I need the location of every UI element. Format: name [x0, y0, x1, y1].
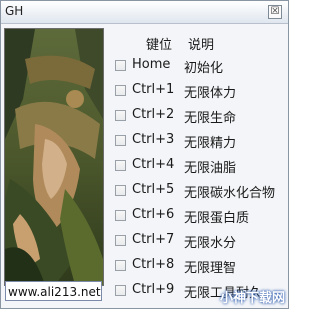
hotkey-row-ctrl-1[interactable]: Ctrl+1 无限体力 [1, 82, 288, 102]
hotkey-checkbox[interactable] [115, 60, 126, 71]
hotkey-key: Ctrl+2 [132, 107, 175, 122]
hotkey-description: 无限精力 [184, 136, 237, 151]
hotkey-description: 无限生命 [184, 111, 237, 126]
hotkey-checkbox[interactable] [115, 285, 126, 296]
trainer-window: GH ☒ www.ali213.net 键位 说明 Home 初始化 Ctrl+… [0, 0, 289, 309]
hotkey-key: Ctrl+8 [132, 257, 175, 272]
close-button[interactable]: ☒ [268, 5, 282, 19]
hotkey-checkbox[interactable] [115, 160, 126, 171]
column-header-description: 说明 [188, 38, 215, 53]
hotkey-row-ctrl-3[interactable]: Ctrl+3 无限精力 [1, 132, 288, 152]
hotkey-key: Home [132, 57, 171, 72]
hotkey-description: 无限蛋白质 [184, 211, 250, 226]
hotkey-row-home[interactable]: Home 初始化 [1, 57, 288, 77]
hotkey-description: 无限碳水化合物 [184, 186, 276, 201]
hotkey-row-ctrl-4[interactable]: Ctrl+4 无限油脂 [1, 157, 288, 177]
hotkey-key: Ctrl+5 [132, 182, 175, 197]
hotkey-key: Ctrl+6 [132, 207, 175, 222]
hotkey-checkbox[interactable] [115, 210, 126, 221]
hotkey-checkbox[interactable] [115, 185, 126, 196]
hotkey-description: 无限体力 [184, 86, 237, 101]
hotkey-checkbox[interactable] [115, 110, 126, 121]
hotkey-row-ctrl-6[interactable]: Ctrl+6 无限蛋白质 [1, 207, 288, 227]
close-icon: ☒ [270, 6, 280, 17]
hotkey-description: 初始化 [184, 61, 224, 76]
hotkey-row-ctrl-7[interactable]: Ctrl+7 无限水分 [1, 232, 288, 252]
hotkey-checkbox[interactable] [115, 235, 126, 246]
title-bar[interactable]: GH ☒ [1, 1, 288, 24]
hotkey-row-ctrl-8[interactable]: Ctrl+8 无限理智 [1, 257, 288, 277]
hotkey-description: 无限理智 [184, 261, 237, 276]
hotkey-key: Ctrl+9 [132, 282, 175, 297]
hotkey-checkbox[interactable] [115, 85, 126, 96]
hotkey-description: 无限油脂 [184, 161, 237, 176]
hotkey-description: 无限水分 [184, 236, 237, 251]
hotkey-key: Ctrl+3 [132, 132, 175, 147]
site-watermark: 小神下载网 [219, 291, 285, 306]
hotkey-checkbox[interactable] [115, 260, 126, 271]
hotkey-checkbox[interactable] [115, 135, 126, 146]
hotkey-row-ctrl-5[interactable]: Ctrl+5 无限碳水化合物 [1, 182, 288, 202]
hotkey-row-ctrl-2[interactable]: Ctrl+2 无限生命 [1, 107, 288, 127]
hotkey-key: Ctrl+4 [132, 157, 175, 172]
column-header-key: 键位 [146, 38, 173, 53]
window-title: GH [5, 4, 24, 18]
hotkey-key: Ctrl+1 [132, 82, 175, 97]
hotkey-key: Ctrl+7 [132, 232, 175, 247]
